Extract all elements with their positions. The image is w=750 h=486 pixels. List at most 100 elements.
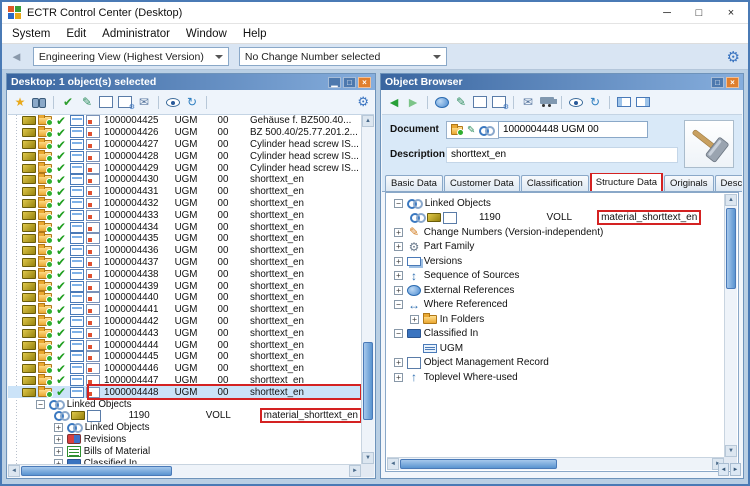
panel-settings-gear-icon[interactable]: ⚙	[357, 94, 369, 110]
tree-object-row[interactable]: 1190 VOLL material_shorttext_en	[388, 210, 723, 226]
horizontal-scrollbar[interactable]: ◄ ►	[387, 457, 724, 470]
tree-node-sequence-of-sources[interactable]: + ↕ Sequence of Sources	[388, 269, 723, 284]
dock-right-icon[interactable]	[636, 97, 650, 107]
tab-classification[interactable]: Classification	[520, 175, 589, 191]
expand-icon[interactable]: +	[394, 372, 403, 382]
panel-maximize-button[interactable]: □	[343, 76, 356, 88]
panel-close-button[interactable]: ×	[358, 76, 371, 88]
favorites-icon[interactable]: ★	[13, 95, 27, 110]
transport-icon[interactable]	[540, 97, 557, 107]
forward-icon[interactable]: ►	[406, 94, 420, 110]
document-settings-icon[interactable]	[118, 96, 135, 111]
scroll-up-icon[interactable]: ▲	[362, 115, 374, 127]
tab-scroll-right-icon[interactable]: ►	[730, 463, 741, 476]
collapse-icon[interactable]: −	[394, 198, 403, 208]
new-document-icon[interactable]	[99, 96, 113, 108]
tree-node-in-folders[interactable]: + In Folders	[388, 312, 723, 327]
tab-descr[interactable]: Descr...	[714, 175, 742, 191]
edit-icon[interactable]: ✎	[80, 95, 94, 110]
vertical-scrollbar[interactable]: ▲ ▼	[724, 194, 737, 457]
close-button[interactable]: ×	[724, 7, 738, 19]
scrollbar-thumb[interactable]	[400, 459, 557, 469]
menu-item-edit[interactable]: Edit	[58, 24, 94, 44]
vertical-scrollbar[interactable]: ▲ ▼	[361, 115, 374, 464]
expand-icon[interactable]: +	[394, 358, 403, 368]
scroll-up-icon[interactable]: ▲	[725, 194, 737, 206]
tab-customer-data[interactable]: Customer Data	[443, 175, 520, 191]
tab-basic-data[interactable]: Basic Data	[385, 175, 443, 191]
document-number-field[interactable]: 1000004448 UGM 00	[498, 121, 648, 138]
expand-icon[interactable]: +	[394, 227, 403, 237]
link-icon[interactable]	[479, 125, 496, 136]
linked-child-linked-objects[interactable]: + Linked Objects	[8, 422, 361, 434]
menu-item-help[interactable]: Help	[235, 24, 275, 44]
menu-item-administrator[interactable]: Administrator	[94, 24, 178, 44]
table-row[interactable]: ✔ 1000004448 UGM 00 shorttext_en	[8, 384, 361, 400]
tab-originals[interactable]: Originals	[664, 175, 714, 191]
tree-node-toplevel-where-used[interactable]: + ↑ Toplevel Where-used	[388, 370, 723, 385]
expand-icon[interactable]: +	[394, 256, 403, 266]
menu-item-window[interactable]: Window	[178, 24, 235, 44]
tree-node-classified-in[interactable]: − Classified In	[388, 327, 723, 342]
view-icon[interactable]	[166, 97, 180, 107]
scrollbar-thumb[interactable]	[726, 208, 736, 290]
mail-icon[interactable]: ✉	[137, 95, 151, 110]
new-document-icon[interactable]	[473, 96, 487, 108]
refresh-icon[interactable]: ↻	[588, 95, 602, 110]
dock-left-icon[interactable]	[617, 97, 631, 107]
history-back-icon[interactable]: ◄	[10, 49, 23, 64]
tree-node-change-numbers-version-independent[interactable]: + ✎ Change Numbers (Version-independent)	[388, 225, 723, 240]
panel-maximize-button[interactable]: □	[711, 76, 724, 88]
save-document-icon[interactable]	[492, 96, 509, 111]
linked-child-revisions[interactable]: + Revisions	[8, 434, 361, 446]
expand-icon[interactable]: +	[410, 314, 419, 324]
expand-icon[interactable]: +	[54, 446, 63, 456]
approve-icon[interactable]: ✔	[61, 95, 75, 110]
globe-icon[interactable]	[435, 96, 449, 108]
tree-node-versions[interactable]: + Versions	[388, 254, 723, 269]
scroll-down-icon[interactable]: ▼	[725, 445, 737, 457]
tree-node-object-management-record[interactable]: + Object Management Record	[388, 356, 723, 371]
view-icon[interactable]	[569, 97, 583, 107]
tree-node-external-references[interactable]: + External References	[388, 283, 723, 298]
tab-scroll-left-icon[interactable]: ◄	[718, 463, 729, 476]
linked-object-row[interactable]: 1190 VOLL material_shorttext_en	[8, 408, 361, 424]
tab-structure-data[interactable]: Structure Data	[589, 173, 664, 191]
tree-node-linked-objects[interactable]: − Linked Objects	[388, 196, 723, 211]
tree-node-part-family[interactable]: + ⚙ Part Family	[388, 240, 723, 255]
change-number-dropdown[interactable]: No Change Number selected	[238, 47, 447, 66]
panel-minimize-button[interactable]: ▁	[328, 76, 341, 88]
folder-icon[interactable]	[451, 123, 464, 136]
edit-icon[interactable]: ✎	[454, 95, 468, 110]
search-icon[interactable]	[32, 97, 46, 108]
refresh-icon[interactable]: ↻	[185, 95, 199, 110]
expand-icon[interactable]: +	[394, 285, 403, 295]
expand-icon[interactable]: +	[394, 271, 403, 281]
panel-close-button[interactable]: ×	[726, 76, 739, 88]
scroll-left-icon[interactable]: ◄	[387, 458, 399, 470]
scrollbar-thumb[interactable]	[363, 341, 373, 420]
tree-node-where-referenced[interactable]: − ↔ Where Referenced	[388, 298, 723, 313]
mail-icon[interactable]: ✉	[521, 95, 535, 110]
scroll-right-icon[interactable]: ►	[349, 465, 361, 477]
linked-child-bills-of-material[interactable]: + Bills of Material	[8, 445, 361, 457]
collapse-icon[interactable]: −	[36, 399, 45, 409]
expand-icon[interactable]: +	[54, 434, 63, 444]
settings-gear-icon[interactable]: ⚙	[727, 48, 740, 66]
collapse-icon[interactable]: −	[394, 329, 403, 339]
horizontal-scrollbar[interactable]: ◄ ►	[8, 464, 361, 477]
description-field[interactable]: shorttext_en	[446, 147, 678, 163]
back-icon[interactable]: ◄	[387, 94, 401, 110]
menu-item-system[interactable]: System	[4, 24, 58, 44]
tree-node-ugm[interactable]: UGM	[388, 341, 723, 356]
collapse-icon[interactable]: −	[394, 300, 403, 310]
scroll-left-icon[interactable]: ◄	[8, 465, 20, 477]
expand-icon[interactable]: +	[54, 423, 63, 433]
expand-icon[interactable]: +	[394, 242, 403, 252]
scrollbar-thumb[interactable]	[21, 466, 173, 476]
linked-objects-node[interactable]: − Linked Objects	[8, 398, 361, 410]
scroll-down-icon[interactable]: ▼	[362, 452, 374, 464]
linked-child-classified-in[interactable]: + Classified In	[8, 457, 361, 464]
view-selector-dropdown[interactable]: Engineering View (Highest Version)	[32, 47, 229, 66]
edit-icon[interactable]: ✎	[467, 125, 475, 136]
